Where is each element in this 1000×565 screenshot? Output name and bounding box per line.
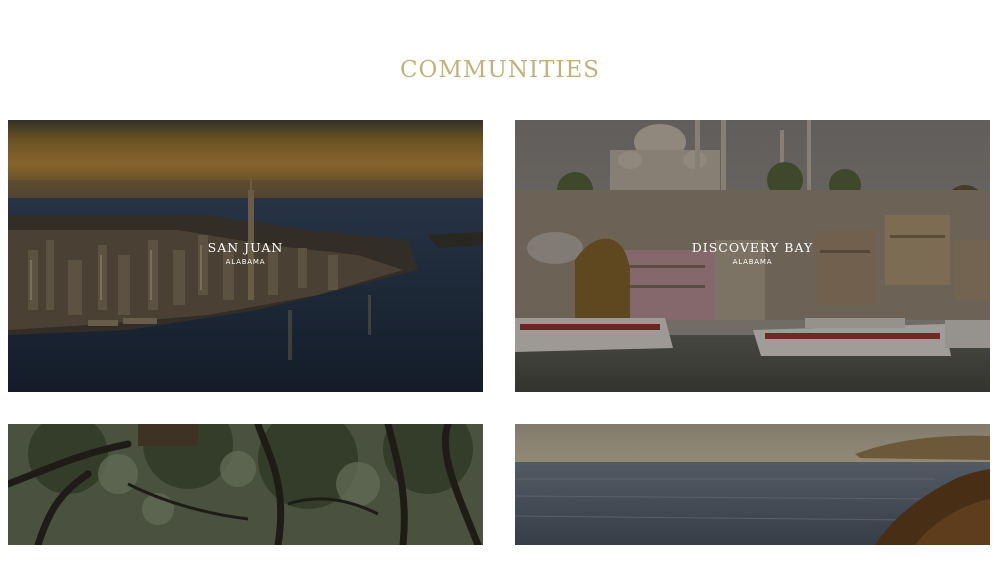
community-card-discovery-bay[interactable]: DISCOVERY BAY ALABAMA — [515, 120, 990, 392]
community-label: DISCOVERY BAY ALABAMA — [515, 240, 990, 266]
section-title: COMMUNITIES — [399, 57, 601, 84]
community-card-oak-trees[interactable] — [8, 424, 483, 545]
community-card-coastline[interactable] — [515, 424, 990, 545]
community-state: ALABAMA — [732, 258, 773, 266]
community-label: SAN JUAN ALABAMA — [8, 240, 483, 266]
community-name: SAN JUAN — [207, 240, 284, 255]
image-overlay — [515, 424, 990, 545]
community-name: DISCOVERY BAY — [691, 240, 814, 255]
image-overlay — [8, 424, 483, 545]
community-card-san-juan[interactable]: SAN JUAN ALABAMA — [8, 120, 483, 392]
community-state: ALABAMA — [225, 258, 266, 266]
communities-page: COMMUNITIES SAN JUAN ALABAMA DISCOVERY B… — [0, 0, 1000, 565]
